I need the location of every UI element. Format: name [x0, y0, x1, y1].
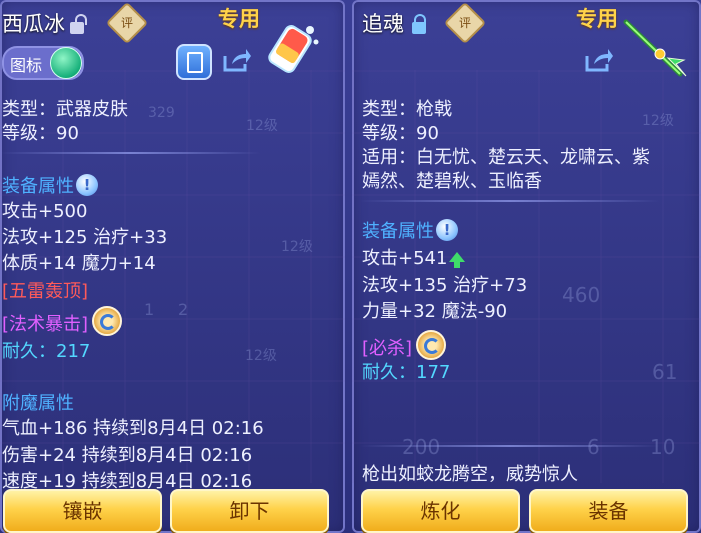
equip-attr-section: 装备属性 [2, 172, 98, 198]
icon-toggle-label: 图标 [10, 56, 43, 75]
info-icon[interactable] [436, 219, 458, 241]
background-level-tag: 12级 [245, 348, 277, 364]
enchant-line: 气血+186 持续到8月4日 02:16 [2, 418, 264, 439]
exclusive-label: 专用 [218, 7, 260, 31]
unequip-button[interactable]: 卸下 [170, 489, 329, 533]
inlay-button[interactable]: 镶嵌 [3, 489, 162, 533]
skill-spell-crit: [法术暴击] [2, 314, 89, 335]
unlocked-icon[interactable] [70, 14, 87, 34]
attr-line: 法攻+125 治疗+33 [2, 227, 168, 248]
item-level: 等级：90 [362, 123, 439, 144]
equip-attr-section: 装备属性 [362, 217, 458, 243]
attr-line: 力量+32 魔法-90 [362, 301, 508, 322]
exclusive-label: 专用 [576, 7, 618, 31]
new-item-panel: 460 61 200 6 10 12级 追魂 评 专用 类型：枪戟 等级：90 … [352, 0, 701, 533]
equip-attr-title: 装备属性 [2, 176, 74, 197]
background-count: 460 [562, 283, 601, 307]
divider [360, 200, 660, 202]
background-count: 61 [652, 360, 678, 384]
durability: 耐久：217 [2, 341, 91, 362]
attr-line: 体质+14 魔力+14 [2, 253, 156, 274]
applicable-characters: 适用：白无忧、楚云天、龙啸云、紫 [362, 147, 650, 168]
locked-icon[interactable] [412, 14, 426, 34]
applicable-characters-cont: 嫣然、楚碧秋、玉临香 [362, 171, 542, 192]
skill-thunder: [五雷轰顶] [2, 281, 89, 302]
background-page-number: 1 [144, 300, 155, 319]
spear-item-icon [620, 18, 690, 80]
durability: 耐久：177 [362, 362, 451, 383]
skill-fatal: [必杀] [362, 338, 413, 359]
rating-icon[interactable]: 评 [443, 1, 487, 45]
attr-line: 攻击+541 [362, 248, 448, 269]
background-count: 200 [402, 435, 441, 459]
share-icon[interactable] [220, 44, 252, 76]
background-level-tag: 12级 [246, 118, 278, 134]
equip-button[interactable]: 装备 [529, 489, 688, 533]
item-title: 西瓜冰 [2, 12, 65, 36]
background-count: 10 [650, 435, 676, 459]
refresh-icon[interactable] [92, 306, 123, 336]
refresh-icon[interactable] [416, 330, 447, 360]
rating-icon[interactable]: 评 [105, 1, 149, 45]
equip-attr-title: 装备属性 [362, 221, 434, 242]
background-count: 6 [587, 435, 600, 459]
wardrobe-icon[interactable] [176, 44, 212, 80]
increase-arrow-icon [449, 252, 466, 268]
item-compare-screen: 12级 12级 12级 329 1 2 西瓜冰 评 专用 图标 类型：武器皮肤 … [0, 0, 701, 533]
enchant-line: 伤害+24 持续到8月4日 02:16 [2, 445, 253, 466]
flavor-text: 枪出如蛟龙腾空，威势惊人 [362, 464, 578, 485]
item-type: 类型：武器皮肤 [2, 99, 128, 120]
background-count: 329 [148, 105, 175, 121]
attr-line: 攻击+500 [2, 201, 88, 222]
divider [360, 445, 660, 447]
item-level: 等级：90 [2, 123, 79, 144]
popsicle-item-icon [262, 20, 324, 78]
equipped-item-panel: 12级 12级 12级 329 1 2 西瓜冰 评 专用 图标 类型：武器皮肤 … [0, 0, 345, 533]
toggle-knob [50, 47, 82, 79]
enchant-title: 附魔属性 [2, 393, 74, 414]
info-icon[interactable] [76, 174, 98, 196]
divider [0, 152, 260, 154]
skill-spell-crit-row: [法术暴击] [2, 306, 123, 336]
background-level-tag: 12级 [642, 113, 674, 129]
item-title: 追魂 [362, 12, 404, 36]
background-page-number: 2 [178, 300, 189, 319]
item-type: 类型：枪戟 [362, 99, 452, 120]
background-level-tag: 12级 [281, 239, 313, 255]
attr-line: 法攻+135 治疗+73 [362, 275, 528, 296]
icon-toggle[interactable]: 图标 [2, 46, 84, 80]
share-icon[interactable] [582, 44, 614, 76]
attr-line-row: 攻击+541 [362, 244, 466, 270]
refine-button[interactable]: 炼化 [361, 489, 520, 533]
skill-fatal-row: [必杀] [362, 330, 447, 360]
